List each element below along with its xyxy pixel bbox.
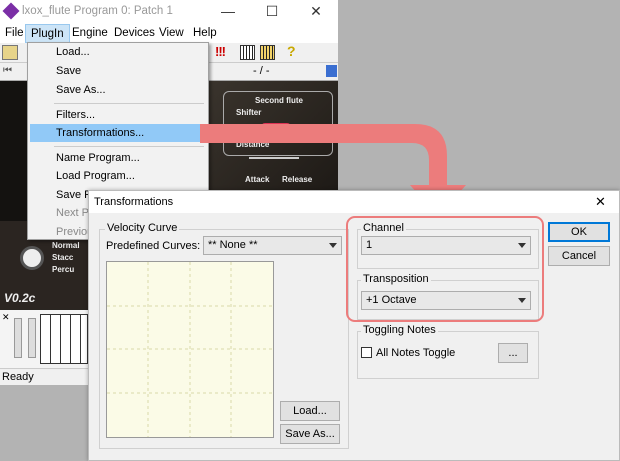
- chevron-down-icon: [329, 243, 337, 248]
- percu-label: Percu: [52, 265, 75, 274]
- menu-item-load-program[interactable]: Load Program...: [30, 167, 206, 185]
- browse-button[interactable]: ...: [498, 343, 528, 363]
- minimize-button[interactable]: —: [206, 0, 250, 24]
- normal-label: Normal: [52, 241, 80, 250]
- menu-item-load[interactable]: Load...: [30, 43, 206, 61]
- velocity-curve-editor[interactable]: [106, 261, 274, 438]
- folder-icon[interactable]: [326, 65, 337, 77]
- toolbar-plugin-icon[interactable]: [2, 45, 18, 60]
- curve-grid: [107, 262, 273, 437]
- menu-item-filters[interactable]: Filters...: [30, 106, 206, 124]
- dialog-title: Transformations: [94, 196, 174, 208]
- menu-plugin[interactable]: PlugIn: [25, 24, 70, 43]
- status-text: Ready: [2, 371, 34, 383]
- ok-button[interactable]: OK: [548, 222, 610, 242]
- predefined-curves-value: ** None **: [208, 239, 258, 251]
- dialog-close-button[interactable]: ✕: [595, 194, 606, 210]
- menu-item-save[interactable]: Save: [30, 62, 206, 80]
- keyboard-alt-icon[interactable]: [260, 45, 275, 60]
- callout-highlight: [346, 216, 544, 322]
- cancel-button[interactable]: Cancel: [548, 246, 610, 266]
- window-title: lxox_flute Program 0: Patch 1: [22, 5, 173, 17]
- version-label: V0.2c: [4, 291, 36, 305]
- program-position: - / -: [253, 65, 270, 77]
- transformations-dialog: Transformations ✕ Velocity Curve Predefi…: [88, 190, 620, 461]
- menu-item-save-as[interactable]: Save As...: [30, 81, 206, 99]
- plugin-left-panel: [0, 81, 27, 221]
- load-curve-button[interactable]: Load...: [280, 401, 340, 421]
- velocity-curve-label: Velocity Curve: [105, 222, 180, 234]
- title-bar: lxox_flute Program 0: Patch 1 — ☐ ✕: [0, 0, 338, 24]
- panic-icon[interactable]: !!!: [215, 44, 226, 59]
- menu-engine[interactable]: Engine: [67, 24, 113, 43]
- toggling-notes-label: Toggling Notes: [361, 324, 438, 336]
- first-program-icon[interactable]: ⏮: [3, 65, 12, 76]
- maximize-button[interactable]: ☐: [250, 0, 294, 24]
- menu-separator: [54, 103, 204, 104]
- menu-bar: File PlugIn Engine Devices View Help: [0, 24, 338, 43]
- all-notes-toggle-label: All Notes Toggle: [376, 347, 456, 359]
- pitch-wheel[interactable]: [14, 318, 22, 358]
- menu-separator: [54, 146, 204, 147]
- menu-item-name-program[interactable]: Name Program...: [30, 149, 206, 167]
- menu-devices[interactable]: Devices: [109, 24, 160, 43]
- keyboard-close-icon[interactable]: ✕: [2, 312, 10, 323]
- articulation-knob[interactable]: [20, 246, 44, 270]
- close-button[interactable]: ✕: [294, 0, 338, 24]
- piano-keys[interactable]: [40, 314, 88, 364]
- menu-item-transformations[interactable]: Transformations...: [30, 124, 206, 142]
- menu-view[interactable]: View: [154, 24, 189, 43]
- mod-wheel[interactable]: [28, 318, 36, 358]
- keyboard-icon[interactable]: [240, 45, 255, 60]
- app-icon: [2, 2, 20, 20]
- help-icon[interactable]: ?: [287, 43, 296, 59]
- menu-help[interactable]: Help: [188, 24, 222, 43]
- all-notes-toggle-checkbox[interactable]: [361, 347, 372, 358]
- save-as-curve-button[interactable]: Save As...: [280, 424, 340, 444]
- stacc-label: Stacc: [52, 253, 74, 262]
- dialog-title-bar: Transformations ✕: [89, 191, 619, 213]
- second-flute-label: Second flute: [255, 96, 304, 105]
- keyboard-area: ✕: [0, 310, 88, 368]
- predefined-curves-select[interactable]: ** None **: [203, 236, 342, 255]
- predefined-curves-label: Predefined Curves:: [106, 240, 201, 252]
